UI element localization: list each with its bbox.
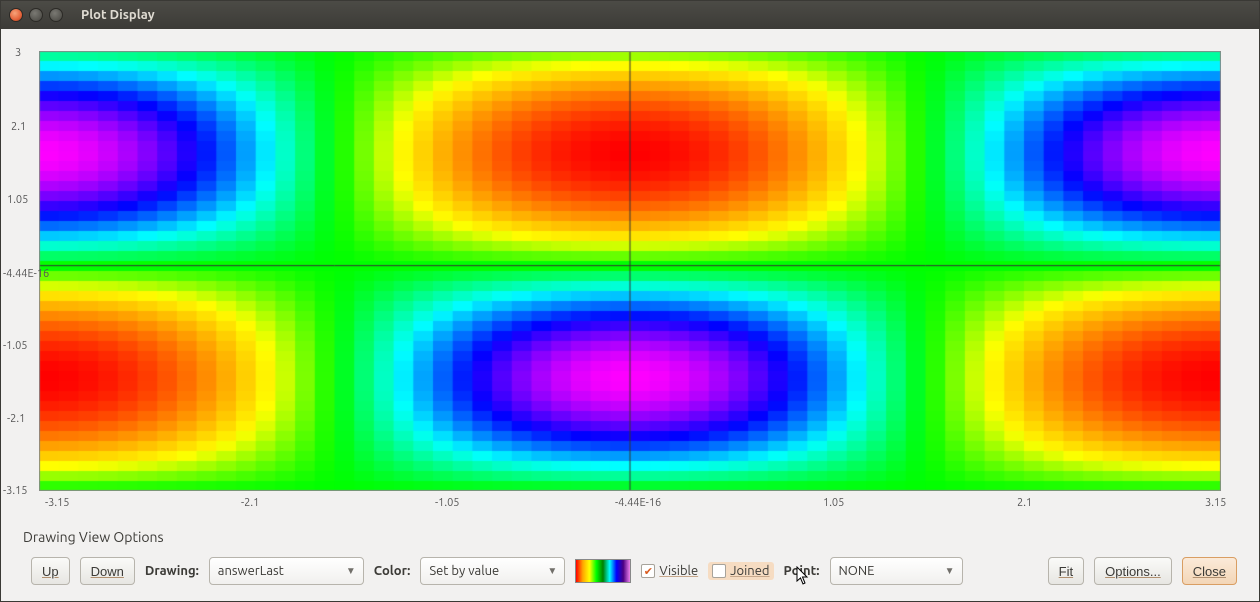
y-tick-label: -1.05 [3,340,28,352]
up-button[interactable]: Up [31,557,70,585]
color-label: Color: [374,564,411,578]
point-label: Point: [784,564,820,578]
x-tick-label: -4.44E-16 [615,497,661,509]
y-tick-label: -4.44E-16 [3,268,49,280]
point-select-value: NONE [839,564,875,578]
x-tick-label: -1.05 [435,497,460,509]
app-window: Plot Display 3 2.1 1.05 -4.44E-16 -1.05 … [0,0,1260,602]
x-tick-label: 1.05 [823,497,844,509]
options-header: Drawing View Options [1,523,1259,547]
colormap-swatch[interactable] [575,559,631,583]
drawing-label: Drawing: [145,564,199,578]
minimize-window-icon[interactable] [29,8,43,22]
y-tick-label: 1.05 [7,194,28,206]
chevron-down-icon: ▼ [544,565,560,577]
y-tick-label: 3 [15,47,21,59]
heatmap-canvas[interactable] [39,51,1221,491]
visible-checkbox-label: Visible [659,564,698,578]
x-tick-label: -2.1 [241,497,259,509]
titlebar[interactable]: Plot Display [1,1,1259,29]
x-tick-label: -3.15 [45,497,70,509]
color-select-value: Set by value [429,564,499,578]
checkbox-icon [641,564,655,578]
visible-checkbox[interactable]: Visible [641,564,698,578]
chevron-down-icon: ▼ [942,565,958,577]
plot-area[interactable]: 3 2.1 1.05 -4.44E-16 -1.05 -2.1 -3.15 -3… [1,29,1259,523]
y-tick-label: -2.1 [7,413,25,425]
x-tick-label: 2.1 [1017,497,1032,509]
chevron-down-icon: ▼ [343,565,359,577]
x-tick-label: 3.15 [1205,497,1226,509]
joined-checkbox-label: Joined [730,564,769,578]
point-select[interactable]: NONE ▼ [830,557,963,585]
drawing-select[interactable]: answerLast ▼ [209,557,364,585]
options-button[interactable]: Options... [1094,557,1172,585]
toolbar: Up Down Drawing: answerLast ▼ Color: Set… [1,547,1259,601]
close-window-icon[interactable] [9,8,23,22]
color-select[interactable]: Set by value ▼ [420,557,565,585]
y-tick-label: 2.1 [11,121,26,133]
maximize-window-icon[interactable] [49,8,63,22]
window-controls [9,8,63,22]
drawing-select-value: answerLast [218,564,284,578]
fit-button[interactable]: Fit [1048,557,1084,585]
y-tick-label: -3.15 [3,485,28,497]
joined-checkbox[interactable]: Joined [708,562,773,580]
close-button[interactable]: Close [1182,557,1237,585]
down-button[interactable]: Down [80,557,135,585]
checkbox-icon [712,564,726,578]
window-title: Plot Display [81,8,155,22]
